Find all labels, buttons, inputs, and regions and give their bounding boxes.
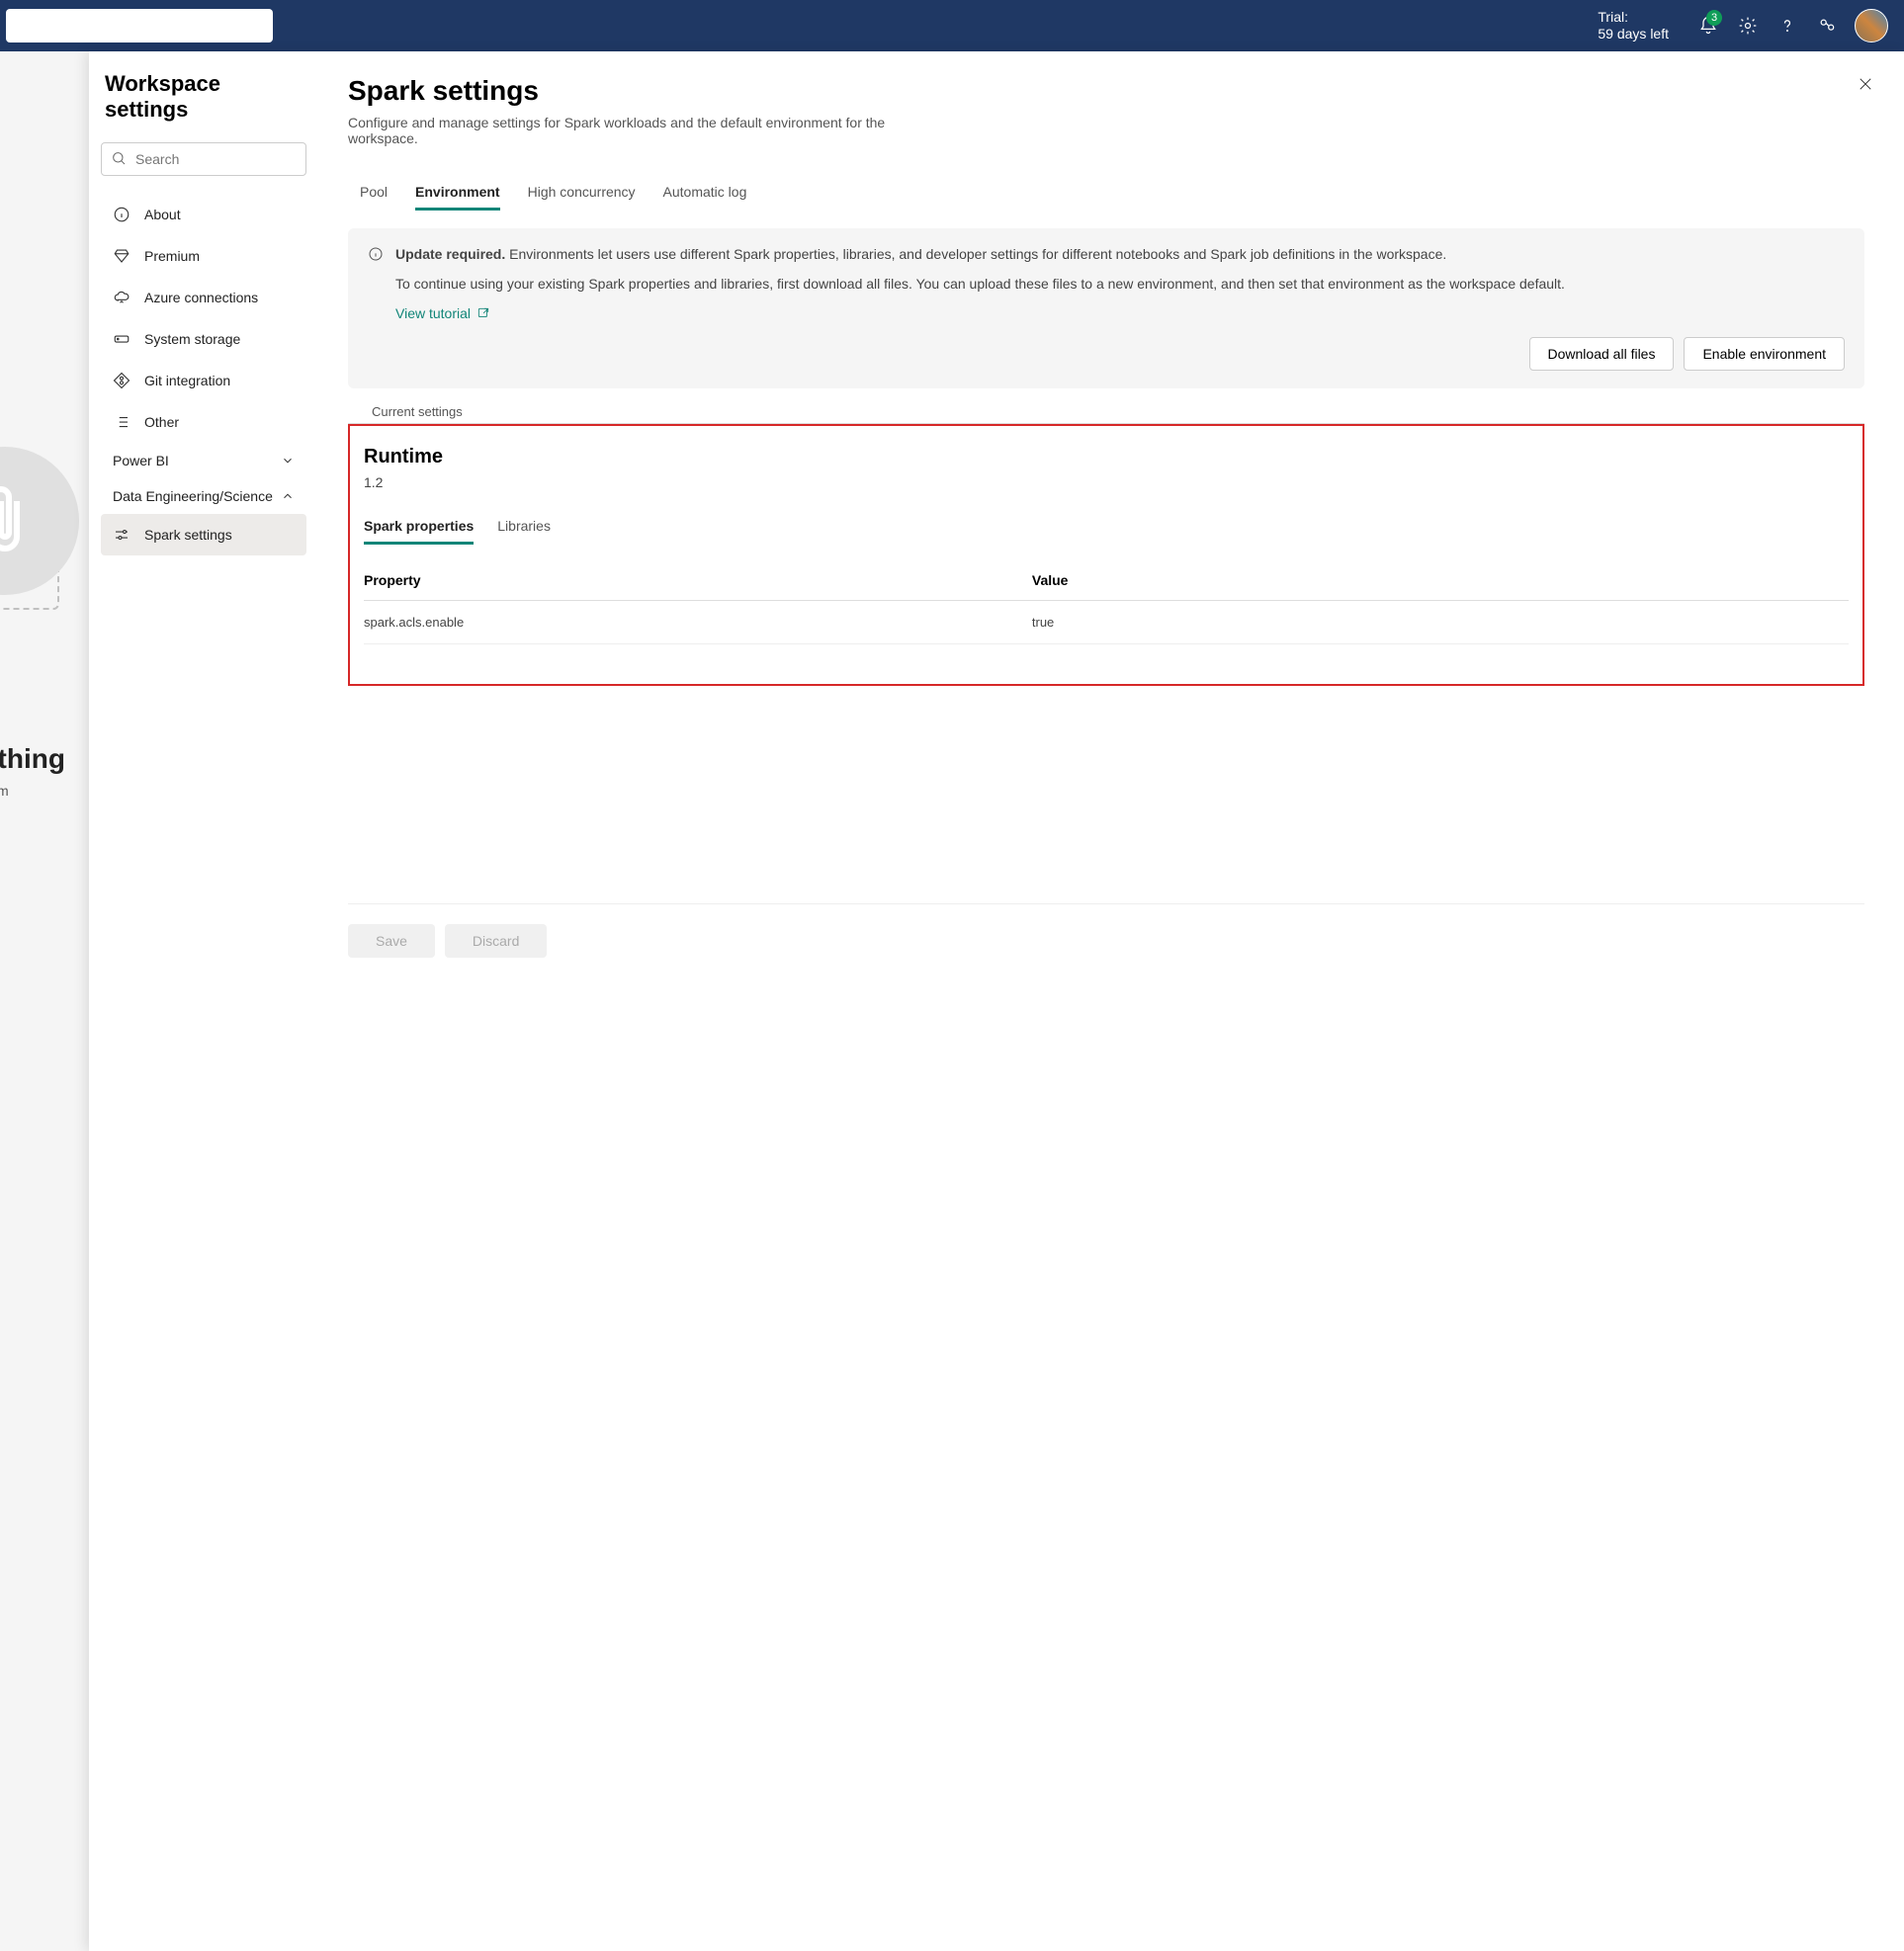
sidebar-item-storage[interactable]: System storage — [101, 318, 306, 360]
sidebar-search[interactable] — [101, 142, 306, 176]
trial-status[interactable]: Trial: 59 days left — [1598, 9, 1669, 42]
sidebar-item-label: Git integration — [144, 373, 230, 388]
footer-actions: Save Discard — [348, 903, 1864, 958]
topbar: Trial: 59 days left 3 — [0, 0, 1904, 51]
page-description: Configure and manage settings for Spark … — [348, 115, 941, 146]
external-link-icon — [476, 306, 490, 320]
link-label: View tutorial — [395, 305, 471, 321]
runtime-section-highlight: Runtime 1.2 Spark properties Libraries P… — [348, 424, 1864, 686]
close-icon — [1857, 75, 1874, 93]
notifications-icon[interactable]: 3 — [1688, 6, 1728, 45]
infobox-strong: Update required. — [395, 246, 505, 262]
save-button[interactable]: Save — [348, 924, 435, 958]
sidebar-item-label: Azure connections — [144, 290, 258, 305]
group-label: Data Engineering/Science — [113, 488, 273, 504]
settings-gear-icon[interactable] — [1728, 6, 1768, 45]
sidebar-item-git[interactable]: Git integration — [101, 360, 306, 401]
chevron-down-icon — [281, 454, 295, 467]
current-settings-label: Current settings — [372, 404, 1864, 419]
sidebar-item-other[interactable]: Other — [101, 401, 306, 443]
sliders-icon — [113, 526, 130, 544]
col-header-value: Value — [1032, 572, 1849, 588]
enable-environment-button[interactable]: Enable environment — [1684, 337, 1845, 371]
backdrop-subtext: or upload som — [0, 783, 9, 799]
info-icon — [368, 246, 384, 371]
sidebar-item-spark-settings[interactable]: Spark settings — [101, 514, 306, 555]
sidebar-item-about[interactable]: About — [101, 194, 306, 235]
discard-button[interactable]: Discard — [445, 924, 547, 958]
git-icon — [113, 372, 130, 389]
settings-panel: Workspace settings About Premium Azure c… — [89, 51, 1904, 1951]
runtime-title: Runtime — [364, 446, 1849, 468]
sidebar-item-label: System storage — [144, 331, 240, 347]
cell-value: true — [1032, 615, 1849, 630]
tab-environment[interactable]: Environment — [415, 176, 500, 211]
sidebar-group-powerbi[interactable]: Power BI — [101, 443, 306, 478]
trial-label: Trial: — [1598, 9, 1669, 26]
subtab-libraries[interactable]: Libraries — [497, 510, 551, 545]
sidebar-item-premium[interactable]: Premium — [101, 235, 306, 277]
backdrop: s nothing or upload som — [0, 51, 89, 1951]
download-all-files-button[interactable]: Download all files — [1529, 337, 1675, 371]
infobox-text-2: To continue using your existing Spark pr… — [395, 276, 1845, 292]
sidebar-item-label: Other — [144, 414, 179, 430]
view-tutorial-link[interactable]: View tutorial — [395, 305, 490, 321]
sidebar-item-label: Premium — [144, 248, 200, 264]
tab-high-concurrency[interactable]: High concurrency — [528, 176, 636, 211]
settings-tabs: Pool Environment High concurrency Automa… — [360, 176, 1864, 211]
feedback-icon[interactable] — [1807, 6, 1847, 45]
sidebar-item-label: About — [144, 207, 181, 222]
attachment-icon — [0, 447, 79, 595]
storage-icon — [113, 330, 130, 348]
group-label: Power BI — [113, 453, 169, 468]
runtime-version: 1.2 — [364, 474, 1849, 490]
main-content: Spark settings Configure and manage sett… — [318, 51, 1904, 1951]
cell-property: spark.acls.enable — [364, 615, 1032, 630]
col-header-property: Property — [364, 572, 1032, 588]
tab-automatic-log[interactable]: Automatic log — [663, 176, 747, 211]
notification-badge: 3 — [1706, 10, 1722, 26]
divider — [348, 423, 1864, 424]
sidebar-item-azure[interactable]: Azure connections — [101, 277, 306, 318]
page-title: Spark settings — [348, 75, 1864, 107]
list-icon — [113, 413, 130, 431]
diamond-icon — [113, 247, 130, 265]
update-required-infobox: Update required. Environments let users … — [348, 228, 1864, 388]
search-icon — [111, 150, 127, 166]
help-icon[interactable] — [1768, 6, 1807, 45]
table-row: spark.acls.enable true — [364, 601, 1849, 644]
backdrop-heading: s nothing — [0, 743, 65, 775]
search-input[interactable] — [101, 142, 306, 176]
trial-days: 59 days left — [1598, 26, 1669, 42]
close-button[interactable] — [1857, 75, 1874, 98]
properties-table: Property Value spark.acls.enable true — [364, 560, 1849, 644]
cloud-icon — [113, 289, 130, 306]
sidebar-group-de[interactable]: Data Engineering/Science — [101, 478, 306, 514]
sidebar: Workspace settings About Premium Azure c… — [89, 51, 318, 1951]
infobox-text-1: Environments let users use different Spa… — [505, 246, 1446, 262]
tab-pool[interactable]: Pool — [360, 176, 388, 211]
runtime-subtabs: Spark properties Libraries — [364, 510, 1849, 545]
chevron-up-icon — [281, 489, 295, 503]
subtab-spark-properties[interactable]: Spark properties — [364, 510, 474, 545]
panel-title: Workspace settings — [101, 71, 306, 123]
sidebar-item-label: Spark settings — [144, 527, 232, 543]
global-search-bar[interactable] — [6, 9, 273, 42]
avatar[interactable] — [1855, 9, 1888, 42]
info-icon — [113, 206, 130, 223]
